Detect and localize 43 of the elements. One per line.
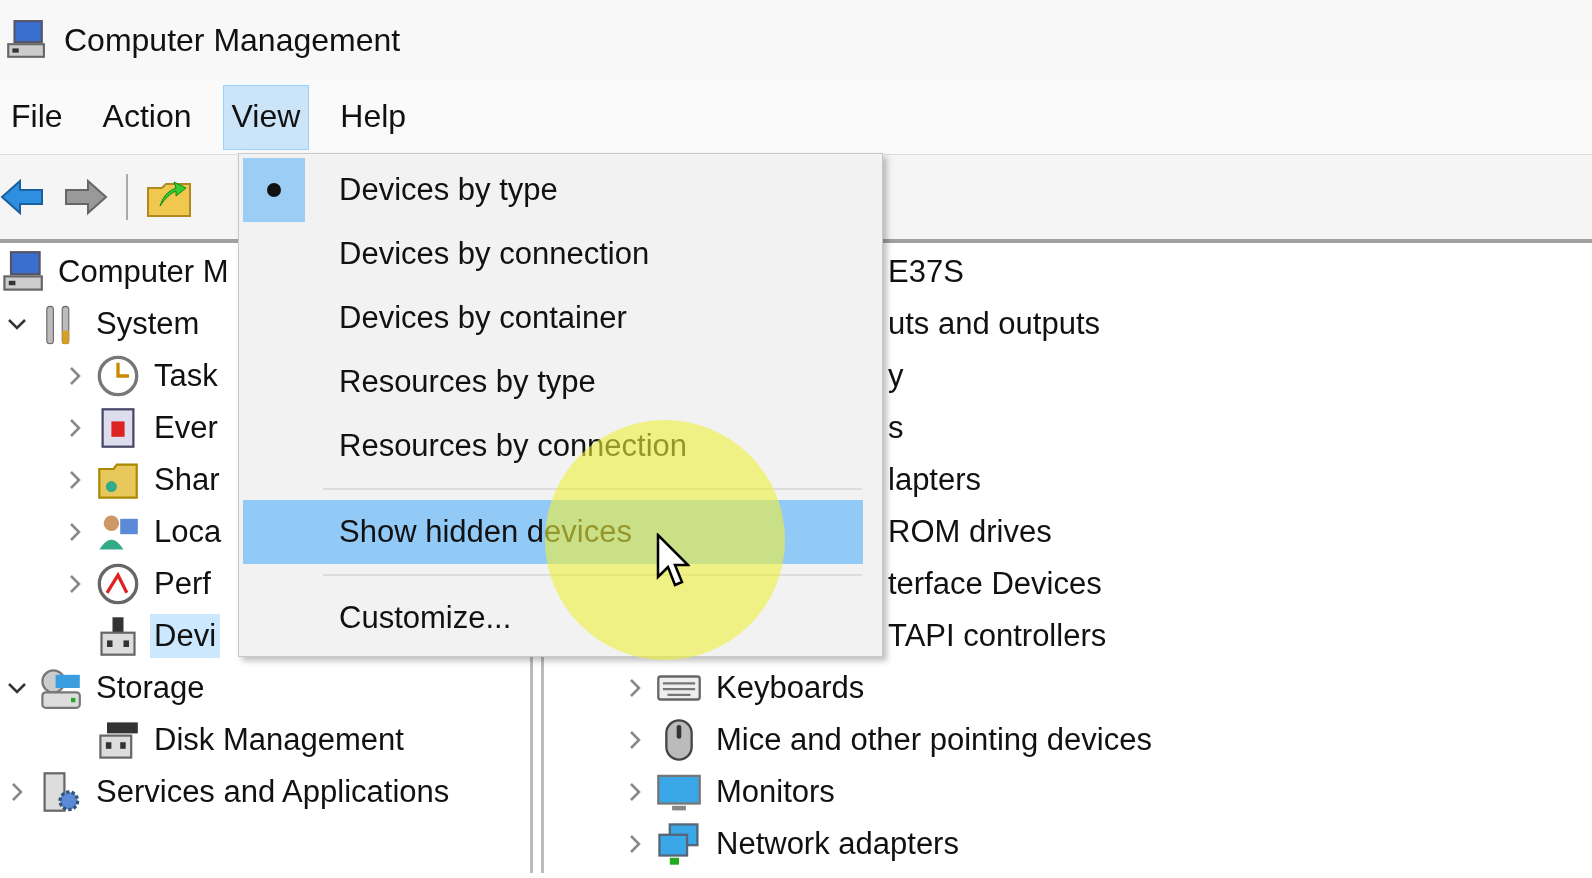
tree-item[interactable]: Keyboards	[712, 666, 869, 710]
computer-icon	[0, 250, 44, 294]
tree-item[interactable]: s	[884, 406, 908, 450]
tree-item[interactable]: Monitors	[712, 770, 839, 814]
tree-item[interactable]: Shar	[150, 458, 224, 502]
tree-item[interactable]: System	[92, 302, 204, 346]
tree-item[interactable]: Mice and other pointing devices	[712, 718, 1156, 762]
computer-icon	[4, 19, 46, 61]
menu-item[interactable]: File	[2, 84, 72, 150]
back-icon[interactable]	[0, 177, 44, 217]
tree-item[interactable]: Perf	[150, 562, 215, 606]
tree-item[interactable]: Storage	[92, 666, 209, 710]
menu-item[interactable]: Help	[331, 84, 416, 150]
tree-item[interactable]: Computer M	[54, 250, 233, 294]
gauge-icon	[96, 562, 140, 606]
tree-item[interactable]: TAPI controllers	[884, 614, 1111, 658]
menu-option[interactable]: Devices by connection	[243, 222, 863, 286]
window-title: Computer Management	[64, 21, 401, 59]
menu-option[interactable]: Customize...	[243, 586, 863, 650]
tree-item[interactable]: Network adapters	[712, 822, 963, 866]
clock-icon	[96, 354, 140, 398]
network-icon	[656, 821, 702, 867]
tree-item[interactable]: ROM drives	[884, 510, 1056, 554]
tree-item[interactable]: y	[884, 354, 908, 398]
tree-item[interactable]: Devi	[150, 614, 220, 658]
tree-item[interactable]: Task	[150, 354, 222, 398]
tree-item[interactable]: Loca	[150, 510, 226, 554]
menu-item[interactable]: View	[222, 84, 310, 150]
drive-icon	[38, 666, 82, 710]
tree-item[interactable]: lapters	[884, 458, 986, 502]
tree-item[interactable]: Ever	[150, 406, 222, 450]
menu-option[interactable]: Show hidden devices	[243, 500, 863, 564]
forward-icon[interactable]	[62, 177, 108, 217]
tree-item[interactable]: Disk Management	[150, 718, 408, 762]
tree-item[interactable]: terface Devices	[884, 562, 1106, 606]
menu-option[interactable]: Resources by connection	[243, 414, 863, 478]
tree-item[interactable]: Services and Applications	[92, 770, 454, 814]
mouse-pointer-icon	[656, 533, 690, 589]
menu-option[interactable]: Devices by container	[243, 286, 863, 350]
menu-option[interactable]: Resources by type	[243, 350, 863, 414]
tree-item[interactable]: uts and outputs	[884, 302, 1104, 346]
menu-item[interactable]: Action	[93, 84, 201, 150]
tree-item[interactable]: E37S	[884, 250, 968, 294]
